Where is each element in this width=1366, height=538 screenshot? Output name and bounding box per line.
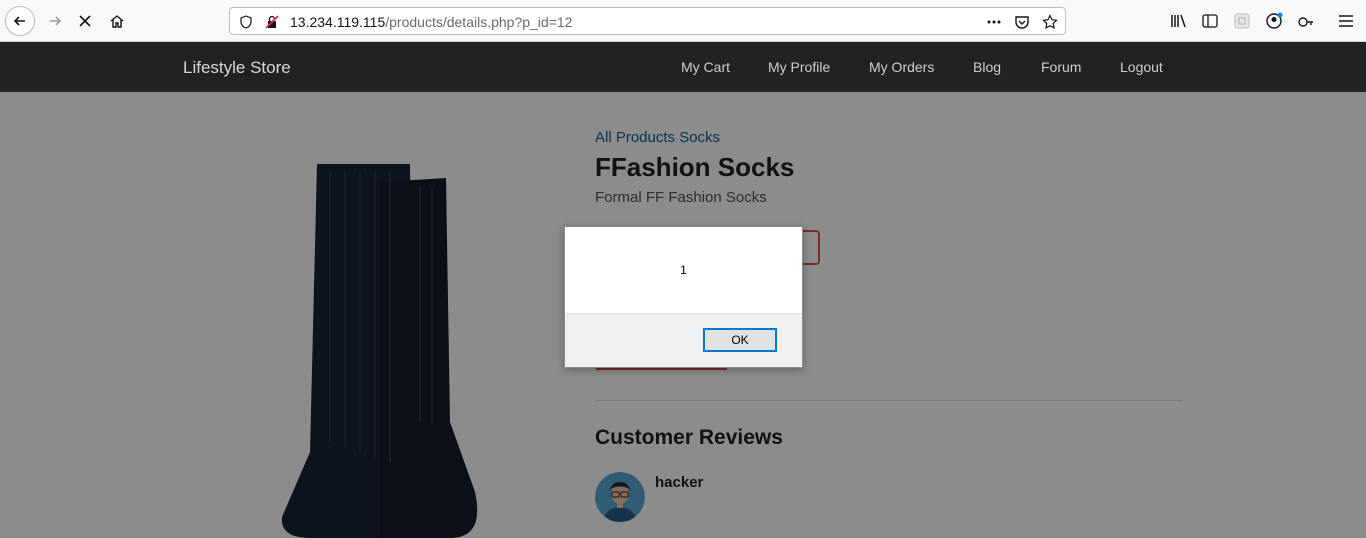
forward-button[interactable] bbox=[40, 6, 70, 36]
nav-my-cart[interactable]: My Cart bbox=[681, 59, 730, 75]
alert-body: 1 bbox=[565, 227, 802, 313]
pocket-icon[interactable] bbox=[1014, 14, 1030, 30]
extension-key-icon[interactable] bbox=[1296, 11, 1316, 31]
alert-message: 1 bbox=[680, 263, 687, 277]
nav-forum[interactable]: Forum bbox=[1041, 59, 1081, 75]
stop-button[interactable] bbox=[70, 6, 100, 36]
alert-dialog: 1 OK bbox=[564, 226, 803, 368]
account-icon[interactable] bbox=[1264, 11, 1284, 31]
shield-icon[interactable] bbox=[238, 14, 254, 30]
insecure-lock-icon[interactable] bbox=[264, 14, 280, 30]
library-icon[interactable] bbox=[1169, 11, 1189, 31]
home-button[interactable] bbox=[102, 6, 132, 36]
sidebar-icon[interactable] bbox=[1200, 11, 1220, 31]
ok-button[interactable]: OK bbox=[703, 328, 777, 352]
url-text[interactable]: 13.234.119.115/products/details.php?p_id… bbox=[290, 14, 572, 30]
extension-icon[interactable] bbox=[1232, 11, 1252, 31]
nav-blog[interactable]: Blog bbox=[973, 59, 1001, 75]
nav-logout[interactable]: Logout bbox=[1120, 59, 1163, 75]
hamburger-menu-icon[interactable] bbox=[1336, 11, 1356, 31]
more-actions-icon[interactable] bbox=[986, 14, 1002, 30]
back-arrow-icon bbox=[13, 16, 25, 26]
site-navbar: Lifestyle Store My Cart My Profile My Or… bbox=[0, 42, 1366, 92]
url-path: /products/details.php?p_id=12 bbox=[385, 14, 573, 30]
back-button[interactable] bbox=[5, 6, 35, 36]
url-host: 13.234.119.115 bbox=[290, 14, 386, 30]
home-icon bbox=[110, 15, 124, 28]
close-icon bbox=[79, 15, 91, 27]
nav-my-orders[interactable]: My Orders bbox=[869, 59, 934, 75]
site-brand[interactable]: Lifestyle Store bbox=[183, 58, 291, 78]
bookmark-star-icon[interactable] bbox=[1042, 14, 1058, 30]
forward-arrow-icon bbox=[50, 16, 62, 26]
alert-footer: OK bbox=[565, 313, 802, 367]
address-bar[interactable]: 13.234.119.115/products/details.php?p_id… bbox=[229, 7, 1066, 35]
nav-my-profile[interactable]: My Profile bbox=[768, 59, 830, 75]
browser-toolbar: 13.234.119.115/products/details.php?p_id… bbox=[0, 0, 1366, 42]
